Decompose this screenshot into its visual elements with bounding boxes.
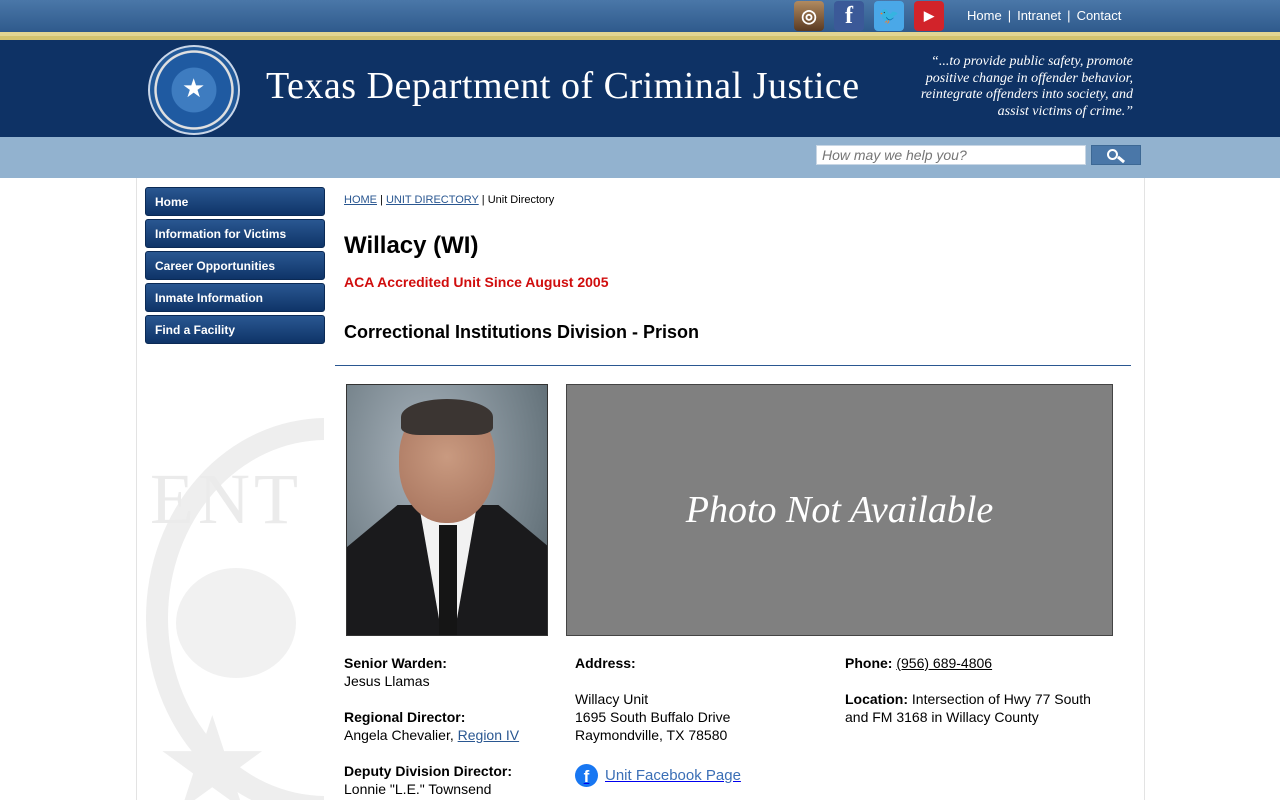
address-line-3: Raymondville, TX 78580 bbox=[575, 727, 728, 743]
instagram-icon[interactable]: ◎ bbox=[794, 1, 824, 31]
top-link-intranet[interactable]: Intranet bbox=[1017, 8, 1061, 23]
facebook-icon[interactable]: f bbox=[834, 1, 864, 31]
breadcrumb-home[interactable]: HOME bbox=[344, 194, 377, 206]
phone-label: Phone: bbox=[845, 655, 893, 671]
search-button[interactable] bbox=[1091, 145, 1141, 165]
search-input[interactable] bbox=[816, 145, 1086, 165]
region-link[interactable]: Region IV bbox=[458, 727, 519, 743]
photo-not-available-text: Photo Not Available bbox=[685, 489, 994, 531]
seal-watermark: ENT ★ bbox=[146, 418, 324, 800]
leadership-column: Senior Warden: Jesus Llamas Regional Dir… bbox=[344, 654, 564, 800]
youtube-icon[interactable]: ▶ bbox=[914, 1, 944, 31]
search-band bbox=[0, 137, 1280, 178]
sidebar-nav: Home Information for Victims Career Oppo… bbox=[145, 187, 325, 347]
contact-column: Phone: (956) 689-4806 Location: Intersec… bbox=[845, 654, 1115, 744]
top-link-contact[interactable]: Contact bbox=[1077, 8, 1122, 23]
deputy-director-name: Lonnie "L.E." Townsend bbox=[344, 781, 492, 797]
deputy-director-label: Deputy Division Director: bbox=[344, 763, 513, 779]
unit-facebook-label: Unit Facebook Page bbox=[605, 767, 741, 784]
division-heading: Correctional Institutions Division - Pri… bbox=[344, 322, 700, 342]
agency-motto: “...to provide public safety, promote po… bbox=[920, 54, 1133, 119]
top-link-home[interactable]: Home bbox=[967, 8, 1002, 23]
address-line-1: Willacy Unit bbox=[575, 691, 649, 707]
nav-item-home[interactable]: Home bbox=[145, 187, 325, 216]
header-divider bbox=[0, 32, 1280, 40]
breadcrumb: HOME | UNIT DIRECTORY | Unit Directory bbox=[344, 194, 555, 206]
section-divider bbox=[335, 365, 1131, 366]
accreditation-note: ACA Accredited Unit Since August 2005 bbox=[344, 274, 609, 290]
breadcrumb-current: Unit Directory bbox=[487, 194, 555, 206]
location-label: Location: bbox=[845, 691, 908, 707]
unit-photo-placeholder: Photo Not Available bbox=[566, 384, 1113, 636]
phone-link[interactable]: (956) 689-4806 bbox=[896, 655, 992, 671]
address-label: Address: bbox=[575, 655, 636, 671]
regional-director-name: Angela Chevalier, bbox=[344, 727, 454, 743]
nav-item-find-facility[interactable]: Find a Facility bbox=[145, 315, 325, 344]
unit-facebook-link[interactable]: f Unit Facebook Page bbox=[575, 764, 741, 787]
nav-item-careers[interactable]: Career Opportunities bbox=[145, 251, 325, 280]
senior-warden-name: Jesus Llamas bbox=[344, 673, 430, 689]
address-line-2: 1695 South Buffalo Drive bbox=[575, 709, 731, 725]
nav-item-inmate-info[interactable]: Inmate Information bbox=[145, 283, 325, 312]
breadcrumb-unit-directory[interactable]: UNIT DIRECTORY bbox=[386, 194, 479, 206]
page-title: Willacy (WI) bbox=[344, 232, 479, 259]
seal-star-icon: ★ bbox=[182, 73, 206, 103]
address-column: Address: Willacy Unit 1695 South Buffalo… bbox=[575, 654, 825, 744]
facebook-icon: f bbox=[575, 764, 598, 787]
senior-warden-label: Senior Warden: bbox=[344, 655, 447, 671]
site-title[interactable]: Texas Department of Criminal Justice bbox=[266, 64, 860, 108]
warden-photo bbox=[346, 384, 548, 636]
nav-item-victims[interactable]: Information for Victims bbox=[145, 219, 325, 248]
top-links: Home | Intranet | Contact bbox=[967, 8, 1122, 23]
twitter-icon[interactable]: 🐦 bbox=[874, 1, 904, 31]
regional-director-label: Regional Director: bbox=[344, 709, 466, 725]
